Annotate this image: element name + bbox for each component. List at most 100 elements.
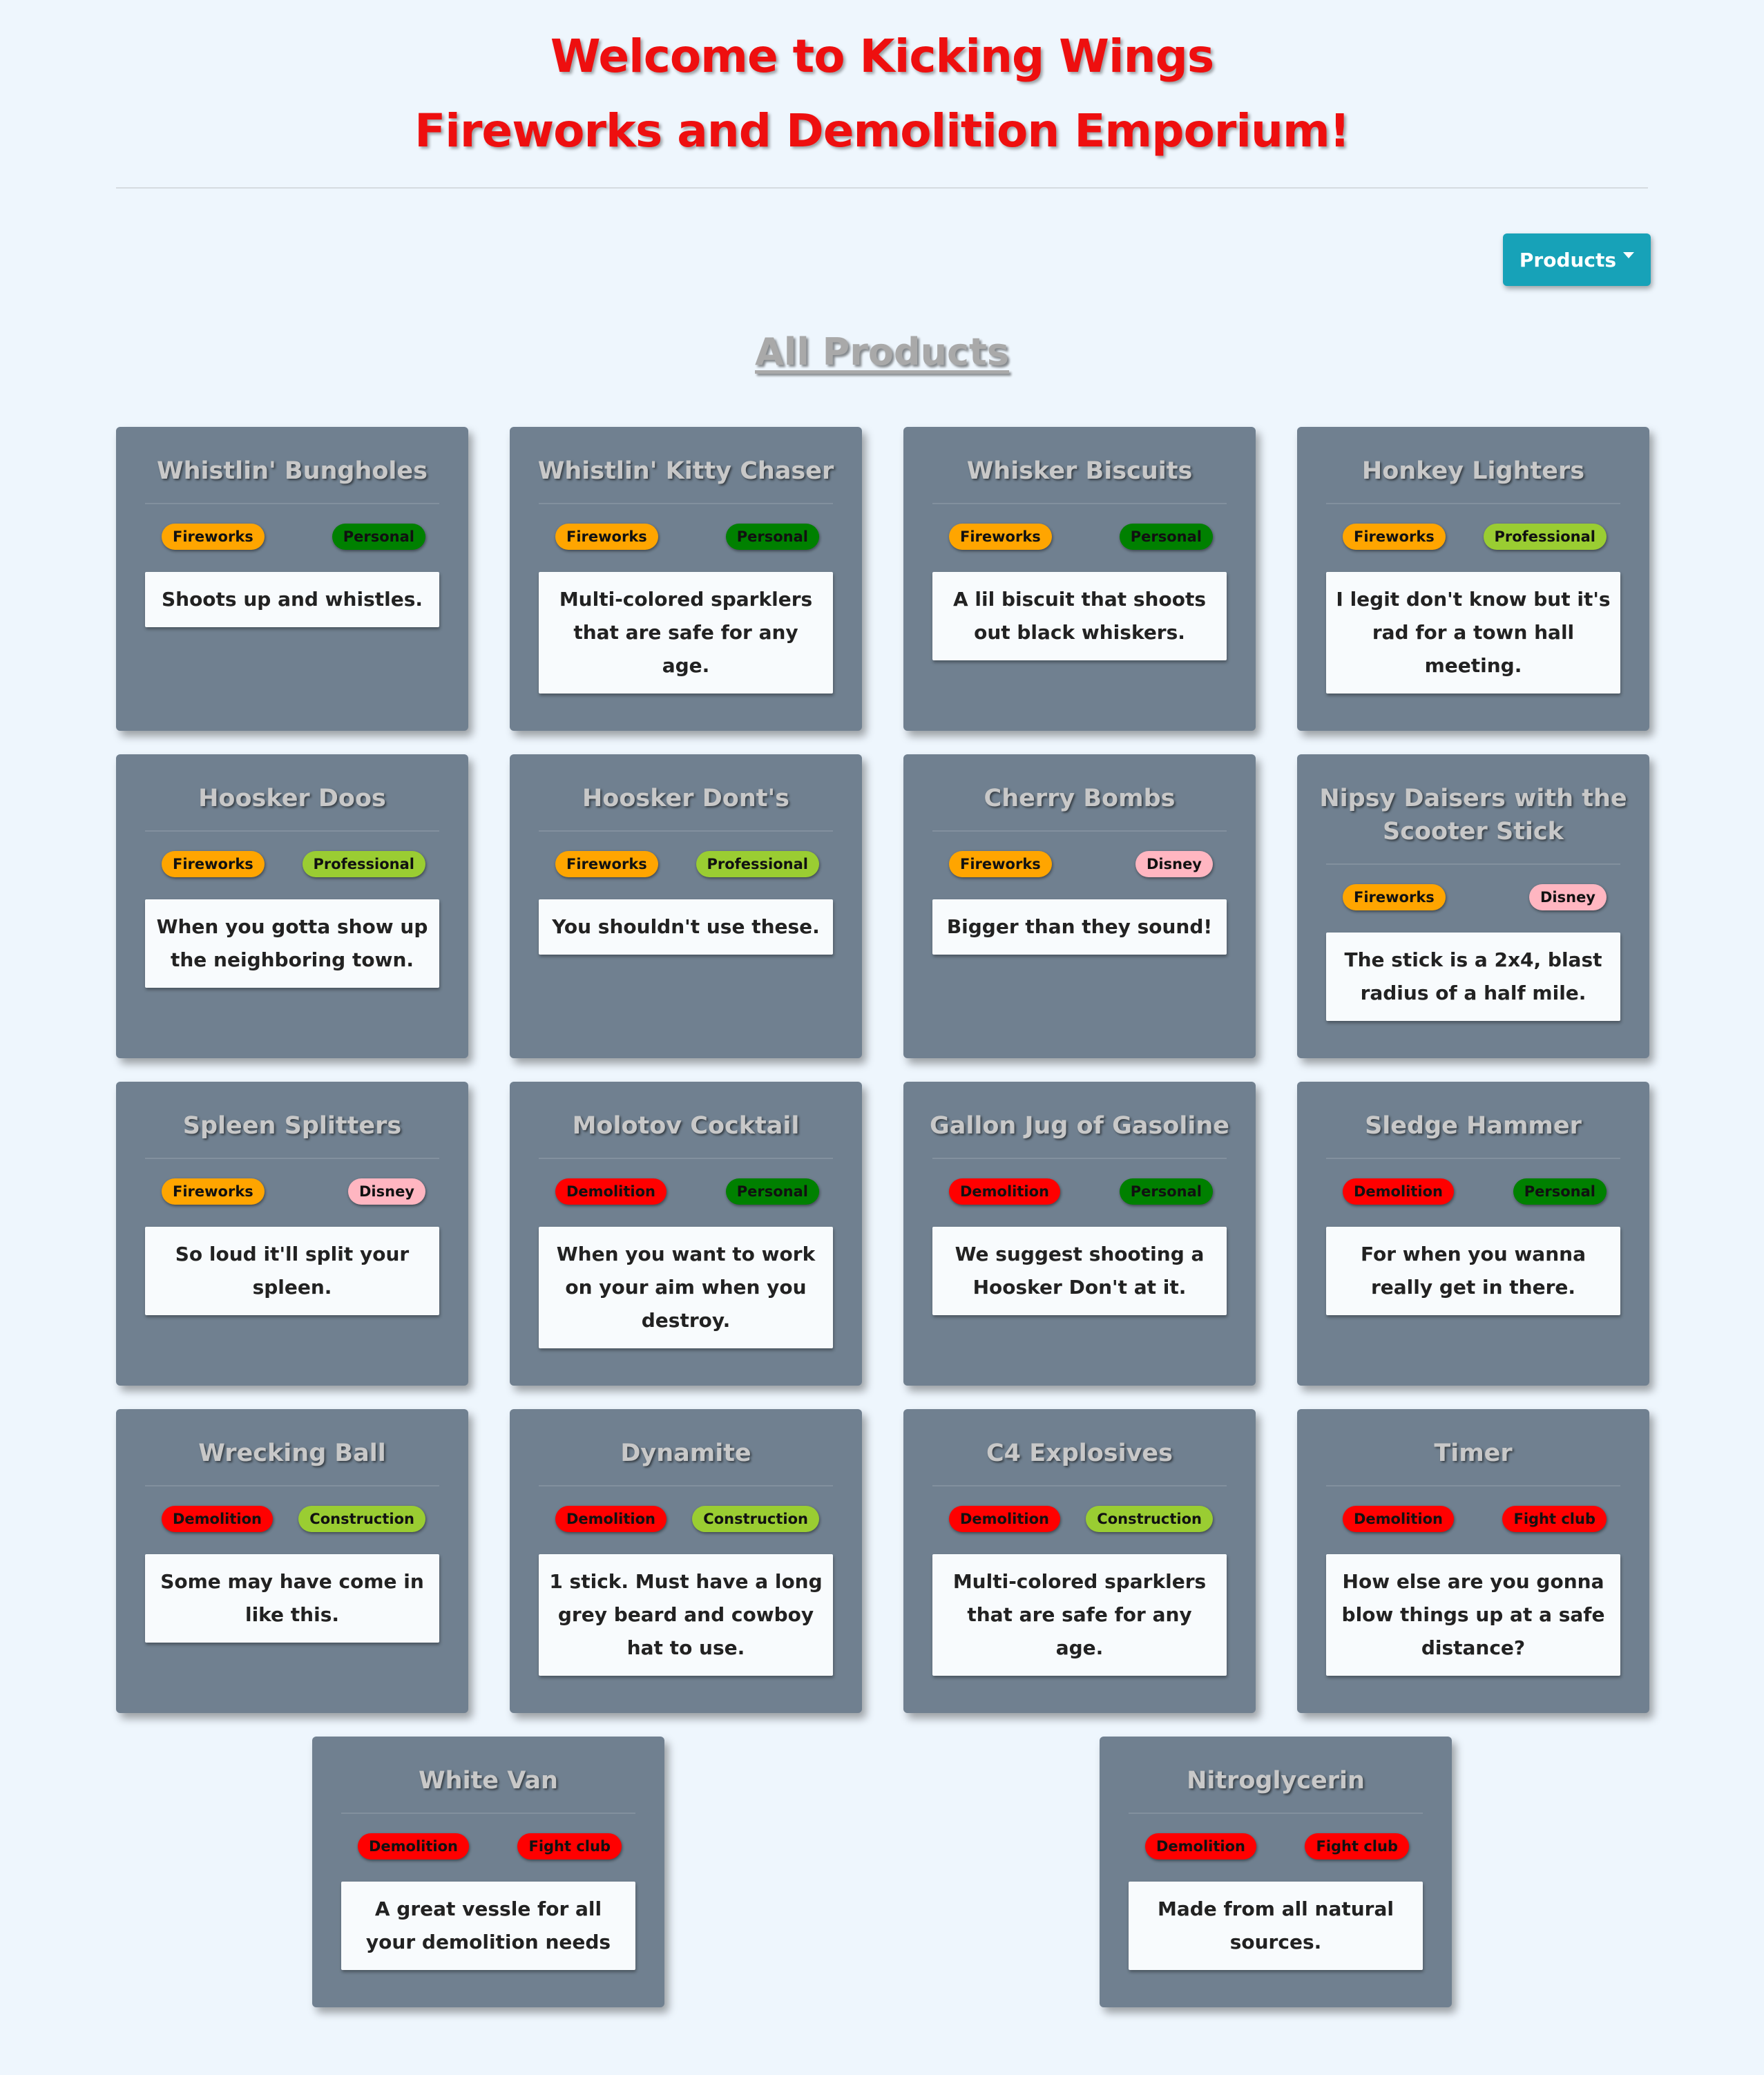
product-badges: Demolition Fight club (341, 1833, 635, 1861)
page-title-line-1: Welcome to Kicking Wings (550, 30, 1214, 83)
product-badges: Demolition Fight club (1326, 1506, 1620, 1533)
category-badge: Demolition (949, 1506, 1060, 1532)
category-badge: Demolition (555, 1178, 667, 1205)
product-card: Nitroglycerin Demolition Fight club Made fr… (1100, 1737, 1452, 2007)
product-name: Nipsy Daisers with the Scooter Stick (1319, 785, 1627, 845)
audience-badge: Fight club (517, 1833, 622, 1859)
card-divider (539, 503, 833, 504)
product-name: White Van (419, 1767, 558, 1795)
product-name: Whisker Biscuits (966, 457, 1193, 485)
card-divider (932, 503, 1227, 504)
product-badges: Fireworks Disney (1326, 884, 1620, 912)
product-badges: Fireworks Professional (539, 851, 833, 879)
card-divider (145, 1485, 439, 1486)
product-description: Made from all natural sources. (1129, 1882, 1423, 1970)
product-badges: Demolition Personal (932, 1178, 1227, 1206)
product-badges: Fireworks Personal (539, 524, 833, 551)
product-badges: Demolition Construction (932, 1506, 1227, 1533)
card-divider (932, 1485, 1227, 1486)
product-card: Whistlin' Bungholes Fireworks Personal Shoo… (116, 427, 468, 731)
audience-badge: Fight club (1502, 1506, 1607, 1532)
product-badges: Fireworks Professional (1326, 524, 1620, 551)
product-card: Whistlin' Kitty Chaser Fireworks Personal M… (510, 427, 862, 731)
product-description: How else are you gonna blow things up at… (1326, 1554, 1620, 1676)
product-description: A great vessle for all your demolition n… (341, 1882, 635, 1970)
page-title-line-2: Fireworks and Demolition Emporium! (414, 104, 1350, 157)
product-description: So loud it'll split your spleen. (145, 1227, 439, 1315)
card-divider (145, 830, 439, 832)
product-badges: Fireworks Professional (145, 851, 439, 879)
product-card: Gallon Jug of Gasoline Demolition Personal… (903, 1082, 1256, 1386)
header-divider (116, 187, 1648, 189)
audience-badge: Construction (692, 1506, 819, 1532)
product-description: We suggest shooting a Hoosker Don't at i… (932, 1227, 1227, 1315)
card-divider (145, 503, 439, 504)
product-name: Honkey Lighters (1361, 457, 1585, 485)
category-badge: Fireworks (949, 524, 1052, 550)
product-card: Cherry Bombs Fireworks Disney Bigger than t… (903, 754, 1256, 1058)
product-name: Gallon Jug of Gasoline (930, 1112, 1229, 1140)
card-divider (539, 1158, 833, 1159)
category-badge: Demolition (1343, 1506, 1454, 1532)
product-badges: Demolition Construction (145, 1506, 439, 1533)
audience-badge: Personal (1119, 524, 1213, 550)
category-badge: Fireworks (162, 524, 265, 550)
product-card: Wrecking Ball Demolition Construction Some … (116, 1409, 468, 1713)
card-divider (1326, 1158, 1620, 1159)
audience-badge: Disney (1135, 851, 1213, 877)
product-badges: Fireworks Personal (145, 524, 439, 551)
category-badge: Fireworks (555, 851, 658, 877)
product-name: Whistlin' Kitty Chaser (537, 457, 834, 485)
category-badge: Demolition (162, 1506, 273, 1532)
audience-badge: Professional (302, 851, 425, 877)
product-name: Whistlin' Bungholes (157, 457, 428, 485)
category-badge: Fireworks (555, 524, 658, 550)
product-description: Multi-colored sparklers that are safe fo… (932, 1554, 1227, 1676)
audience-badge: Personal (725, 524, 819, 550)
product-name: Wrecking Ball (198, 1440, 386, 1467)
product-description: When you want to work on your aim when y… (539, 1227, 833, 1348)
product-description: 1 stick. Must have a long grey beard and… (539, 1554, 833, 1676)
card-divider (932, 1158, 1227, 1159)
product-name: Dynamite (620, 1440, 751, 1467)
card-divider (1129, 1813, 1423, 1814)
product-description: Some may have come in like this. (145, 1554, 439, 1643)
category-badge: Demolition (1145, 1833, 1256, 1859)
card-divider (341, 1813, 635, 1814)
product-badges: Fireworks Disney (932, 851, 1227, 879)
product-card: Hoosker Doos Fireworks Professional When yo… (116, 754, 468, 1058)
product-description: For when you wanna really get in there. (1326, 1227, 1620, 1315)
product-card: Hoosker Dont's Fireworks Professional You s… (510, 754, 862, 1058)
audience-badge: Professional (1483, 524, 1607, 550)
products-dropdown-button[interactable]: Products (1503, 233, 1651, 286)
caret-down-icon (1623, 251, 1635, 258)
product-badges: Fireworks Personal (932, 524, 1227, 551)
product-card: C4 Explosives Demolition Construction Multi… (903, 1409, 1256, 1713)
audience-badge: Disney (347, 1178, 425, 1205)
category-badge: Demolition (555, 1506, 667, 1532)
product-card: Nipsy Daisers with the Scooter Stick Fire… (1297, 754, 1649, 1058)
card-divider (145, 1158, 439, 1159)
product-card: Honkey Lighters Fireworks Professional I le… (1297, 427, 1649, 731)
product-description: Multi-colored sparklers that are safe fo… (539, 572, 833, 694)
product-name: Timer (1434, 1440, 1513, 1467)
product-name: Hoosker Doos (198, 785, 386, 812)
audience-badge: Personal (1513, 1178, 1607, 1205)
card-divider (539, 830, 833, 832)
audience-badge: Construction (298, 1506, 425, 1532)
card-divider (1326, 863, 1620, 865)
category-badge: Fireworks (162, 851, 265, 877)
product-name: Nitroglycerin (1187, 1767, 1365, 1795)
product-name: Hoosker Dont's (582, 785, 790, 812)
audience-badge: Personal (725, 1178, 819, 1205)
card-divider (539, 1485, 833, 1486)
category-badge: Fireworks (1343, 524, 1446, 550)
product-badges: Demolition Construction (539, 1506, 833, 1533)
card-divider (1326, 503, 1620, 504)
product-description: A lil biscuit that shoots out black whis… (932, 572, 1227, 660)
product-description: Shoots up and whistles. (145, 572, 439, 627)
product-description: You shouldn't use these. (539, 899, 833, 955)
product-card: Timer Demolition Fight club How else are yo… (1297, 1409, 1649, 1713)
product-badges: Fireworks Disney (145, 1178, 439, 1206)
audience-badge: Disney (1528, 884, 1607, 910)
